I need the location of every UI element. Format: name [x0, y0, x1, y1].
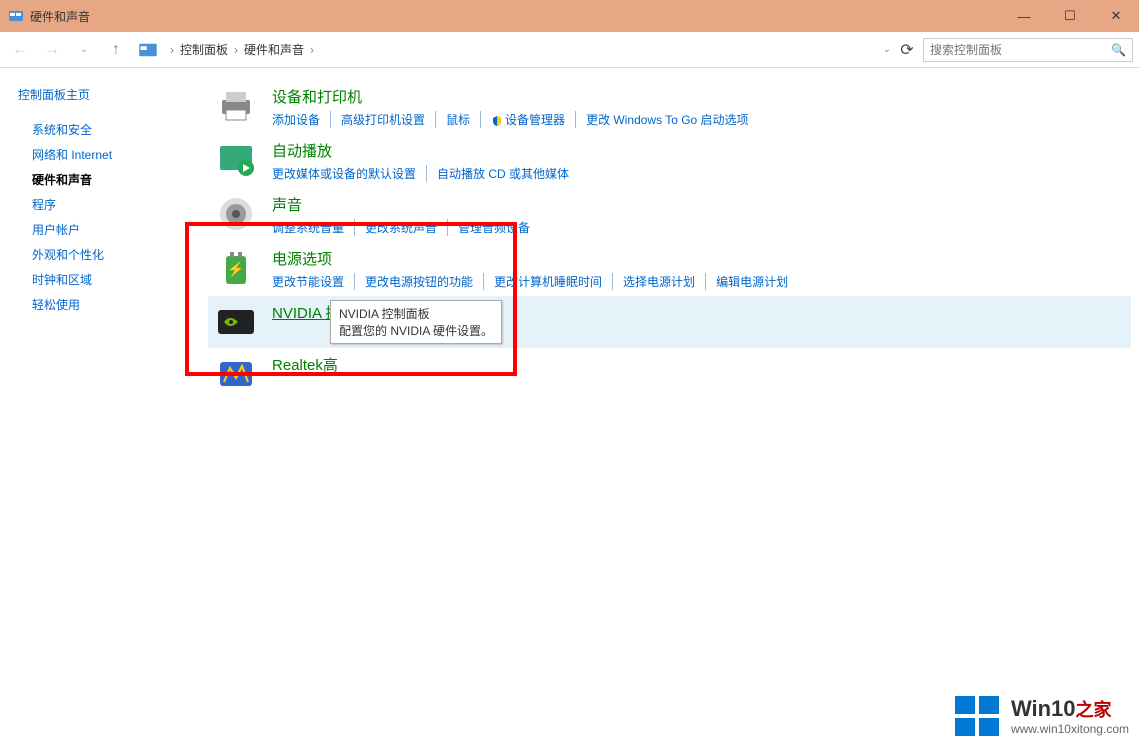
sidebar-item[interactable]: 程序	[18, 192, 190, 217]
watermark: Win10之家 www.win10xitong.com	[953, 692, 1129, 740]
close-button[interactable]: ✕	[1093, 0, 1139, 32]
watermark-url: www.win10xitong.com	[1011, 722, 1129, 736]
chevron-icon: ›	[306, 43, 318, 57]
category-link[interactable]: 调整系统音量	[272, 219, 355, 236]
category-title[interactable]: Realtek高	[272, 354, 1123, 375]
category-link[interactable]: 添加设备	[272, 111, 331, 128]
location-icon	[138, 40, 158, 60]
watermark-title: Win10之家	[1011, 696, 1129, 722]
breadcrumb-item[interactable]: 硬件和声音	[242, 41, 306, 58]
realtek-icon	[216, 354, 256, 394]
tooltip-title: NVIDIA 控制面板	[339, 305, 493, 322]
sidebar-item[interactable]: 系统和安全	[18, 117, 190, 142]
category-link[interactable]: 更改媒体或设备的默认设置	[272, 165, 427, 182]
chevron-icon: ›	[166, 43, 178, 57]
window-title: 硬件和声音	[30, 8, 90, 25]
sidebar-item[interactable]: 时钟和区域	[18, 267, 190, 292]
category-row: 自动播放更改媒体或设备的默认设置自动播放 CD 或其他媒体	[208, 134, 1131, 188]
printer-icon	[216, 86, 256, 126]
category-title[interactable]: 设备和打印机	[272, 86, 1123, 107]
windows-logo-icon	[953, 692, 1001, 740]
search-box[interactable]: 🔍	[923, 38, 1133, 62]
category-link[interactable]: 更改电源按钮的功能	[355, 273, 484, 290]
refresh-button[interactable]: ⟳	[895, 38, 919, 62]
category-link[interactable]: 更改节能设置	[272, 273, 355, 290]
category-link[interactable]: 更改系统声音	[355, 219, 448, 236]
navbar: ← → ⌄ ↑ › 控制面板 › 硬件和声音 › ⌄ ⟳ 🔍	[0, 32, 1139, 68]
breadcrumb[interactable]: › 控制面板 › 硬件和声音 ›	[166, 41, 879, 58]
sidebar-item[interactable]: 网络和 Internet	[18, 142, 190, 167]
category-link[interactable]: 编辑电源计划	[706, 273, 798, 290]
up-button[interactable]: ↑	[102, 36, 130, 64]
power-icon: ⚡	[216, 248, 256, 288]
recent-dropdown[interactable]: ⌄	[70, 36, 98, 64]
breadcrumb-item[interactable]: 控制面板	[178, 41, 230, 58]
category-row: 声音调整系统音量更改系统声音管理音频设备	[208, 188, 1131, 242]
category-link[interactable]: 选择电源计划	[613, 273, 706, 290]
tooltip-desc: 配置您的 NVIDIA 硬件设置。	[339, 322, 493, 339]
sidebar-item[interactable]: 硬件和声音	[18, 167, 190, 192]
nvidia-icon	[216, 302, 256, 342]
category-link[interactable]: 鼠标	[436, 111, 481, 128]
category-row: ⚡ 电源选项更改节能设置更改电源按钮的功能更改计算机睡眠时间选择电源计划编辑电源计…	[208, 242, 1131, 296]
category-title[interactable]: 电源选项	[272, 248, 1123, 269]
category-link[interactable]: 设备管理器	[481, 111, 576, 128]
control-panel-icon	[8, 8, 24, 24]
category-link[interactable]: 高级打印机设置	[331, 111, 436, 128]
sidebar-item[interactable]: 用户帐户	[18, 217, 190, 242]
main-content: 设备和打印机添加设备高级打印机设置鼠标设备管理器更改 Windows To Go…	[200, 68, 1139, 750]
titlebar: 硬件和声音 — ☐ ✕	[0, 0, 1139, 32]
minimize-button[interactable]: —	[1001, 0, 1047, 32]
sidebar-title[interactable]: 控制面板主页	[18, 86, 190, 103]
sidebar: 控制面板主页 系统和安全网络和 Internet硬件和声音程序用户帐户外观和个性…	[0, 68, 200, 750]
sidebar-item[interactable]: 轻松使用	[18, 292, 190, 317]
forward-button[interactable]: →	[38, 36, 66, 64]
category-link[interactable]: 更改计算机睡眠时间	[484, 273, 613, 290]
back-button[interactable]: ←	[6, 36, 34, 64]
search-input[interactable]	[930, 43, 1111, 57]
chevron-icon: ›	[230, 43, 242, 57]
sound-icon	[216, 194, 256, 234]
category-link[interactable]: 管理音频设备	[448, 219, 540, 236]
sidebar-item[interactable]: 外观和个性化	[18, 242, 190, 267]
category-row: Realtek高	[208, 348, 1131, 400]
category-title[interactable]: 声音	[272, 194, 1123, 215]
category-row: 设备和打印机添加设备高级打印机设置鼠标设备管理器更改 Windows To Go…	[208, 80, 1131, 134]
category-link[interactable]: 自动播放 CD 或其他媒体	[427, 165, 579, 182]
address-dropdown[interactable]: ⌄	[883, 44, 891, 55]
tooltip: NVIDIA 控制面板 配置您的 NVIDIA 硬件设置。	[330, 300, 502, 344]
search-icon: 🔍	[1111, 43, 1126, 57]
autoplay-icon	[216, 140, 256, 180]
category-link[interactable]: 更改 Windows To Go 启动选项	[576, 111, 758, 128]
maximize-button[interactable]: ☐	[1047, 0, 1093, 32]
category-title[interactable]: 自动播放	[272, 140, 1123, 161]
svg-text:⚡: ⚡	[227, 261, 244, 278]
